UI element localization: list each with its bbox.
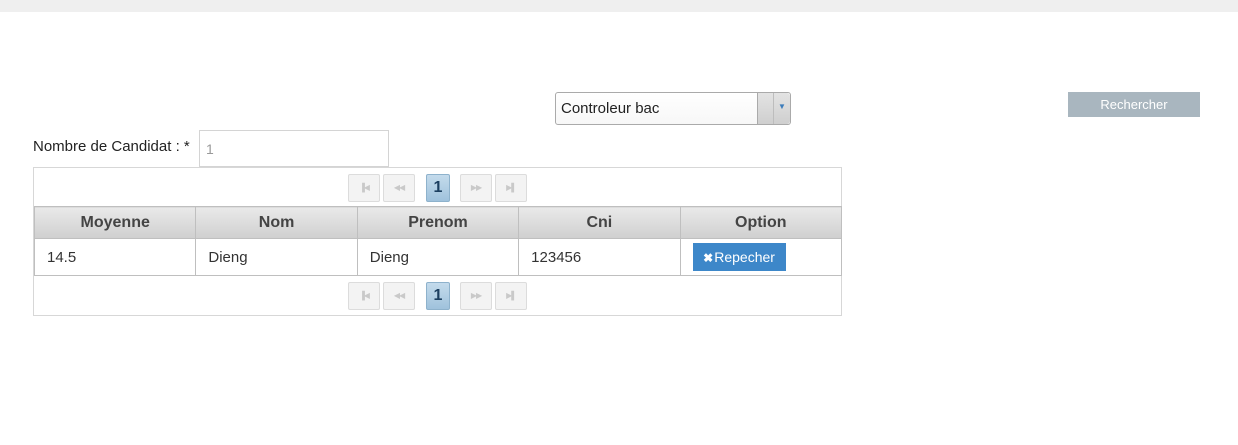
column-header-cni[interactable]: Cni xyxy=(518,206,681,239)
next-page-icon[interactable]: ▶▶ xyxy=(460,282,492,310)
prev-page-icon[interactable]: ◀◀ xyxy=(383,174,415,202)
table-header-row: Moyenne Nom Prenom Cni Option xyxy=(33,206,843,239)
column-header-nom[interactable]: Nom xyxy=(195,206,358,239)
top-bar xyxy=(0,0,1238,12)
repecher-button[interactable]: ✖Repecher xyxy=(692,243,786,271)
last-page-icon[interactable]: ▶▌ xyxy=(495,174,527,202)
candidate-count-input[interactable] xyxy=(199,130,389,167)
column-header-prenom[interactable]: Prenom xyxy=(356,206,520,239)
cell-prenom: Dieng xyxy=(356,238,520,276)
chevron-down-icon: ▼ xyxy=(778,102,786,111)
first-page-icon[interactable]: ▐◀ xyxy=(348,282,380,310)
trigger-divider xyxy=(773,93,774,124)
last-page-icon[interactable]: ▶▌ xyxy=(495,282,527,310)
repecher-button-label: Repecher xyxy=(714,249,775,265)
candidate-count-label: Nombre de Candidat : * xyxy=(33,138,190,155)
close-icon: ✖ xyxy=(703,251,714,265)
cell-option: ✖Repecher xyxy=(679,238,843,276)
candidates-table-panel: ▐◀ ◀◀ 1 ▶▶ ▶▌ Moyenne Nom Prenom Cni Opt… xyxy=(33,167,843,316)
cell-moyenne: 14.5 xyxy=(33,238,197,276)
column-header-moyenne[interactable]: Moyenne xyxy=(33,206,197,239)
column-header-option[interactable]: Option xyxy=(679,206,843,239)
paginator-top: ▐◀ ◀◀ 1 ▶▶ ▶▌ xyxy=(34,168,841,206)
table-row: 14.5 Dieng Dieng 123456 ✖Repecher xyxy=(33,238,843,276)
page-number-button[interactable]: 1 xyxy=(426,174,450,202)
type-select[interactable]: Controleur bac ▼ xyxy=(555,92,791,125)
type-select-trigger[interactable]: ▼ xyxy=(757,93,790,124)
search-button[interactable]: Rechercher xyxy=(1068,92,1200,117)
prev-page-icon[interactable]: ◀◀ xyxy=(383,282,415,310)
next-page-icon[interactable]: ▶▶ xyxy=(460,174,492,202)
paginator-bottom: ▐◀ ◀◀ 1 ▶▶ ▶▌ xyxy=(34,276,841,314)
candidates-table: Moyenne Nom Prenom Cni Option 14.5 Dieng… xyxy=(33,206,843,276)
cell-cni: 123456 xyxy=(518,238,681,276)
page-number-button[interactable]: 1 xyxy=(426,282,450,310)
cell-nom: Dieng xyxy=(195,238,358,276)
first-page-icon[interactable]: ▐◀ xyxy=(348,174,380,202)
type-select-value: Controleur bac xyxy=(561,100,660,117)
